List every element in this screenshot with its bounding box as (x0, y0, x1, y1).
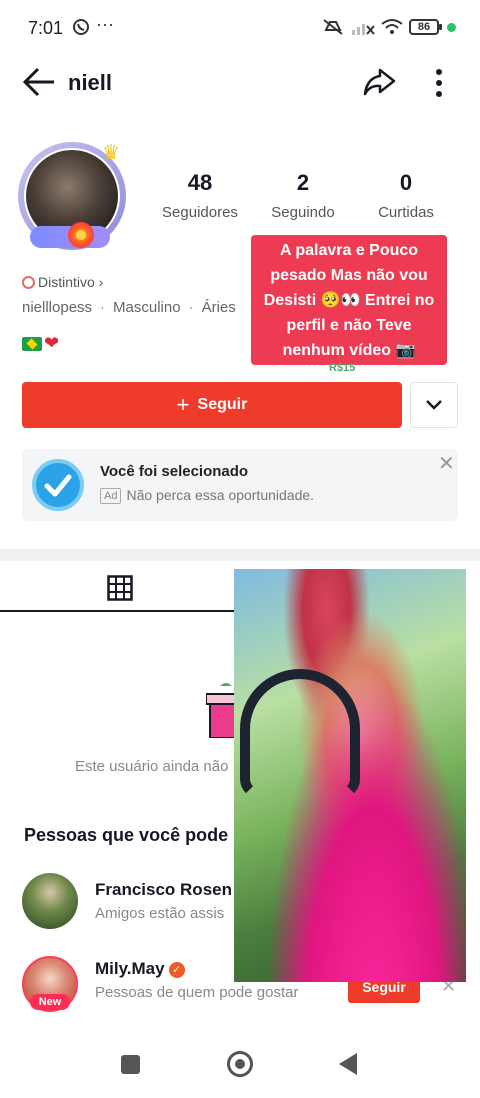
new-badge: New (30, 994, 70, 1010)
likes-label: Curtidas (378, 204, 434, 221)
more-options-icon[interactable] (430, 68, 448, 103)
caption-line: Desisti 🥺👀 Entrei no (263, 292, 435, 309)
profile-handle: nielllopess (22, 299, 93, 316)
home-icon[interactable] (227, 1051, 253, 1077)
avatar[interactable] (22, 873, 78, 929)
caption-line: pesado Mas não vou (270, 267, 428, 284)
badge-label: Distintivo (38, 274, 95, 290)
ad-subtitle: Não perca essa oportunidade. (126, 487, 315, 503)
caption-line: A palavra e Pouco (279, 242, 419, 259)
stat-likes[interactable]: 0 Curtidas (364, 170, 448, 221)
bio: ❤ (22, 333, 59, 354)
stat-following[interactable]: 2 Seguindo (260, 170, 346, 221)
wifi-icon (380, 18, 404, 41)
mute-icon (322, 18, 344, 41)
close-icon[interactable]: ✕ (438, 451, 455, 476)
following-count: 2 (296, 170, 310, 195)
suggestions-dropdown-button[interactable] (410, 382, 458, 428)
money-sticker: R$15 (329, 362, 356, 374)
crown-icon: ♛ (102, 142, 120, 164)
chevron-down-icon (426, 400, 442, 410)
followers-count: 48 (187, 170, 213, 195)
whatsapp-icon (72, 18, 90, 41)
caption-line: nenhum vídeo 📷 (282, 342, 416, 359)
active-dot-icon (447, 23, 456, 32)
recents-icon[interactable] (121, 1055, 140, 1074)
followers-label: Seguidores (162, 204, 238, 221)
floating-video-player[interactable] (234, 569, 466, 982)
follow-button[interactable]: + Seguir (22, 382, 402, 428)
back-arrow-icon[interactable] (22, 66, 56, 103)
battery-indicator: 86 (409, 19, 442, 35)
caption-overlay: A palavra e Pouco pesado Mas não vou Des… (251, 235, 447, 365)
profile-sign: Áries (201, 299, 236, 316)
following-label: Seguindo (271, 204, 335, 221)
ad-subtitle-line: Ad Não perca essa oportunidade. (100, 487, 314, 504)
heart-icon: ❤ (44, 333, 60, 353)
ad-card[interactable]: Você foi selecionado Ad Não perca essa op… (22, 449, 458, 521)
suggested-user-name: Mily.May (95, 959, 165, 978)
ad-title: Você foi selecionado (100, 463, 249, 480)
signal-icon (351, 18, 375, 41)
status-time: 7:01 (28, 18, 64, 38)
caption-line: perfil e não Teve (286, 317, 412, 334)
suggestions-title: Pessoas que você pode g (24, 825, 245, 845)
share-icon[interactable] (362, 66, 396, 103)
follow-label: Seguir (197, 396, 248, 413)
brazil-flag-icon (22, 337, 42, 351)
badge-link[interactable]: Distintivo › (22, 274, 103, 290)
stat-followers[interactable]: 48 Seguidores (156, 170, 244, 221)
likes-count: 0 (399, 170, 413, 195)
more-notifications-icon: ··· (96, 14, 114, 34)
ad-tag: Ad (100, 488, 122, 504)
tab-videos-grid-icon[interactable] (107, 575, 133, 606)
suggested-user-name[interactable]: Francisco Rosen (95, 880, 232, 900)
flower-badge-icon (68, 222, 94, 248)
suggested-user-reason: Pessoas de quem pode gostar (95, 984, 299, 1001)
tab-active-indicator (0, 610, 240, 612)
suggested-user-reason: Amigos estão assis (95, 905, 225, 922)
verified-icon: ✓ (168, 962, 185, 978)
check-icon (32, 459, 84, 511)
empty-state-text: Este usuário ainda não (75, 758, 229, 775)
suggested-user-name-line[interactable]: Mily.May ✓ (95, 959, 185, 979)
profile-username-title: niell (68, 70, 113, 95)
headphones-graphic (240, 669, 360, 799)
chevron-right-icon: › (94, 274, 104, 290)
back-icon[interactable] (339, 1053, 357, 1075)
badge-icon (22, 276, 35, 289)
section-divider (0, 549, 480, 561)
profile-gender: Masculino (113, 299, 181, 316)
profile-meta: nielllopess · Masculino · Áries (22, 299, 236, 316)
plus-icon: + (176, 392, 190, 417)
